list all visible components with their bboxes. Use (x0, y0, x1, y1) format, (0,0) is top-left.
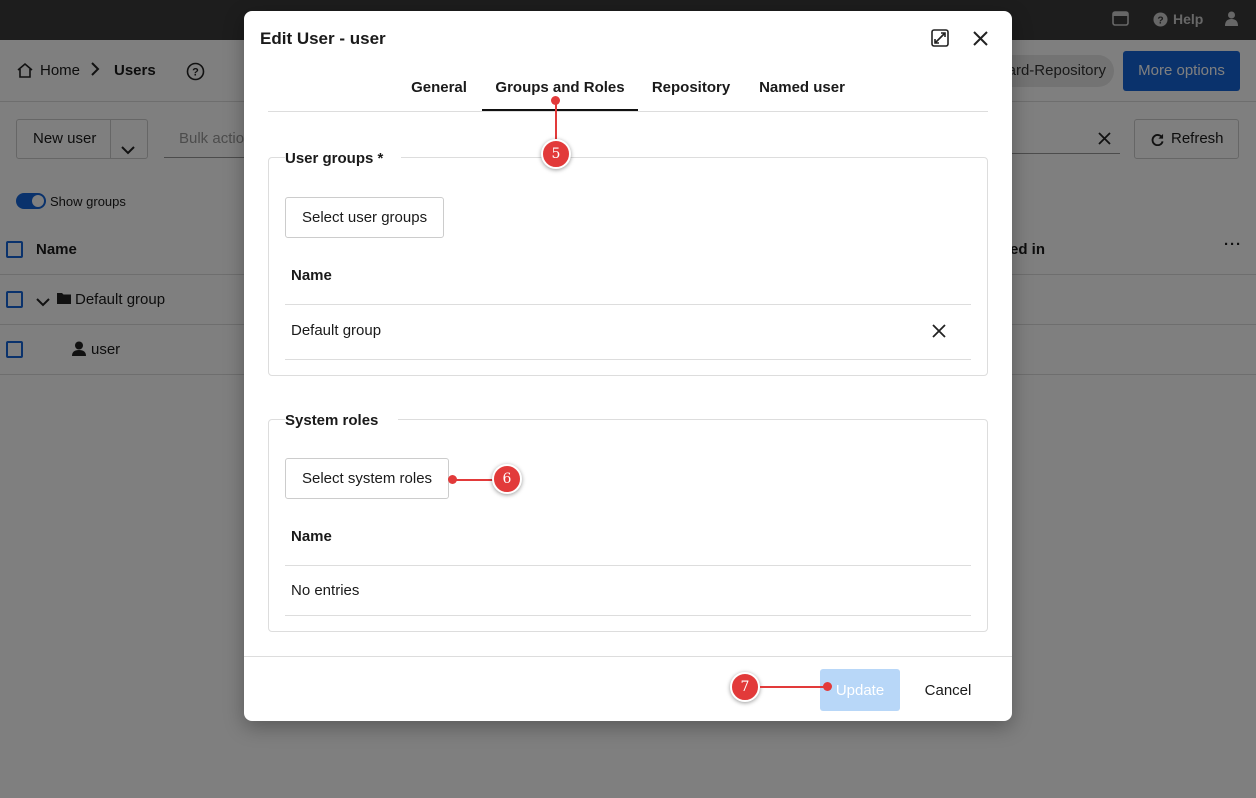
update-button[interactable]: Update (820, 669, 900, 711)
empty-state-text: No entries (291, 582, 360, 599)
select-system-roles-button[interactable]: Select system roles (285, 458, 450, 499)
system-roles-name-header: Name (291, 528, 332, 545)
user-groups-name-header: Name (291, 267, 332, 284)
cancel-button[interactable]: Cancel (909, 669, 987, 711)
annotation-pointer (823, 682, 832, 691)
table-row: Default group (291, 322, 382, 339)
user-groups-legend: User groups * (285, 150, 402, 167)
table-divider (285, 565, 971, 566)
tab-repository[interactable]: Repository (646, 67, 736, 111)
annotation-line (452, 478, 494, 481)
dialog-tabs: General Groups and Roles Repository Name… (268, 67, 988, 112)
annotation-badge: 5 (541, 139, 571, 169)
remove-group-close-icon[interactable] (929, 321, 949, 341)
table-divider (285, 359, 971, 360)
tab-groups-and-roles[interactable]: Groups and Roles (482, 67, 638, 111)
table-divider (285, 304, 971, 305)
annotation-badge: 6 (492, 464, 522, 494)
expand-icon[interactable] (928, 26, 952, 50)
tab-general[interactable]: General (404, 67, 474, 111)
user-groups-section: User groups * Select user groups Name De… (268, 150, 988, 376)
annotation-line (760, 685, 826, 688)
edit-user-dialog: Edit User - user General Groups and Role… (244, 11, 1012, 721)
annotation-line (554, 100, 557, 142)
select-user-groups-button[interactable]: Select user groups (285, 197, 445, 238)
system-roles-legend: System roles (285, 412, 399, 429)
system-roles-section: System roles Select system roles Name No… (268, 412, 988, 632)
annotation-badge: 7 (730, 672, 760, 702)
dialog-footer: Update Cancel (244, 656, 1012, 721)
dialog-title: Edit User - user (260, 29, 386, 48)
tab-named-user[interactable]: Named user (752, 67, 852, 111)
table-divider (285, 615, 971, 616)
close-icon[interactable] (968, 26, 992, 50)
